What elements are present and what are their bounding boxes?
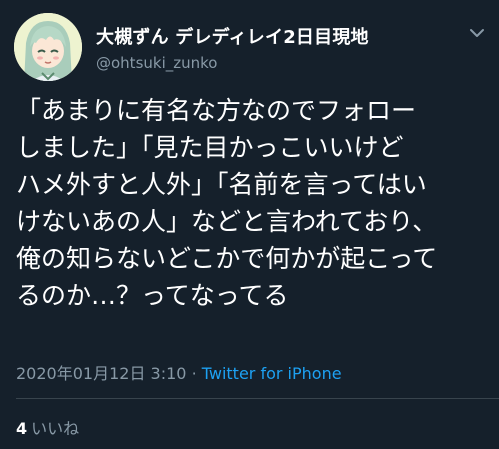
avatar-illustration bbox=[14, 13, 82, 81]
tweet-source-link[interactable]: Twitter for iPhone bbox=[202, 364, 342, 383]
chevron-down-icon[interactable] bbox=[466, 22, 488, 44]
tweet-text-line: しました」「見た目かっこいいけど bbox=[16, 133, 404, 162]
tweet-meta: 2020年01月12日 3:10 · Twitter for iPhone bbox=[16, 360, 342, 384]
author-handle[interactable]: @ohtsuki_zunko bbox=[96, 54, 217, 72]
tweet-timestamp[interactable]: 2020年01月12日 3:10 bbox=[16, 364, 186, 383]
avatar[interactable] bbox=[14, 13, 82, 81]
tweet-text-line: けないあの人」などと言われており、 bbox=[16, 207, 438, 236]
meta-separator: · bbox=[191, 364, 197, 383]
likes-count: 4 bbox=[16, 419, 28, 438]
author-display-name[interactable]: 大槻ずん デレディレイ2日目現地 bbox=[96, 23, 369, 49]
tweet-card: 大槻ずん デレディレイ2日目現地 @ohtsuki_zunko 「あまりに有名な… bbox=[0, 0, 499, 449]
tweet-text-line: ハメ外すと人外」「名前を言ってはい bbox=[16, 170, 427, 199]
tweet-text-line: るのか…？ってなってる bbox=[16, 281, 289, 310]
likes-label: いいね bbox=[31, 419, 80, 438]
tweet-text-line: 「あまりに有名な方なのでフォロー bbox=[16, 96, 417, 125]
likes-count-link[interactable]: 4 いいね bbox=[16, 415, 79, 439]
tweet-text: 「あまりに有名な方なのでフォロー しました」「見た目かっこいいけど ハメ外すと人… bbox=[16, 92, 492, 314]
tweet-text-line: 俺の知らないどこかで何かが起こって bbox=[16, 244, 438, 273]
divider bbox=[16, 398, 499, 399]
